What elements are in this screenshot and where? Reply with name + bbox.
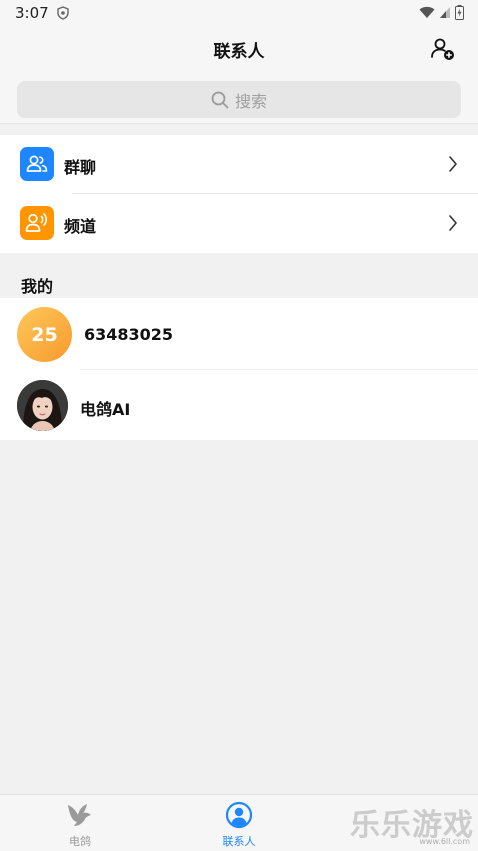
search-input[interactable]: 搜索: [17, 81, 461, 118]
contact-name: 63483025: [84, 325, 174, 344]
group-icon: [20, 147, 54, 181]
contact-name: 电鸽AI: [80, 400, 131, 419]
shield-icon: [57, 6, 69, 20]
chevron-right-icon: [449, 215, 457, 231]
avatar-photo: [17, 380, 68, 431]
status-icons: [419, 5, 464, 20]
tab-contacts[interactable]: 联系人: [179, 795, 299, 851]
avatar: 25: [17, 307, 72, 362]
status-time: 3:07: [15, 4, 49, 22]
add-contact-icon[interactable]: [430, 36, 456, 62]
section-title-mine: 我的: [21, 277, 54, 296]
tab-label: 电鸽: [69, 835, 91, 848]
menu-label-channel: 频道: [64, 217, 97, 236]
battery-icon: [455, 5, 464, 20]
contacts-icon: [225, 801, 253, 829]
pigeon-icon: [68, 804, 91, 826]
chevron-right-icon: [449, 156, 457, 172]
wifi-icon: [419, 6, 435, 18]
menu-item-group-chat[interactable]: 群聊: [0, 135, 478, 194]
tab-pigeon[interactable]: 电鸽: [20, 795, 140, 851]
watermark-url: www.6ll.com: [419, 837, 470, 846]
search-icon: [211, 91, 229, 108]
page-title: 联系人: [213, 42, 265, 62]
contact-item[interactable]: 电鸽AI: [0, 369, 478, 440]
signal-icon: [440, 7, 450, 18]
menu-card: 群聊 频道: [0, 135, 478, 253]
tab-label: 联系人: [222, 835, 256, 848]
header: 联系人: [0, 26, 478, 72]
search-placeholder: 搜索: [234, 91, 267, 111]
menu-label-group-chat: 群聊: [64, 158, 97, 177]
search-area: 搜索: [0, 72, 478, 124]
menu-item-channel[interactable]: 频道: [0, 194, 478, 253]
contacts-list: 25 63483025 电鸽AI: [0, 298, 478, 440]
status-bar: 3:07: [0, 0, 478, 26]
contact-item[interactable]: 25 63483025: [0, 298, 478, 370]
channel-icon: [20, 206, 54, 240]
